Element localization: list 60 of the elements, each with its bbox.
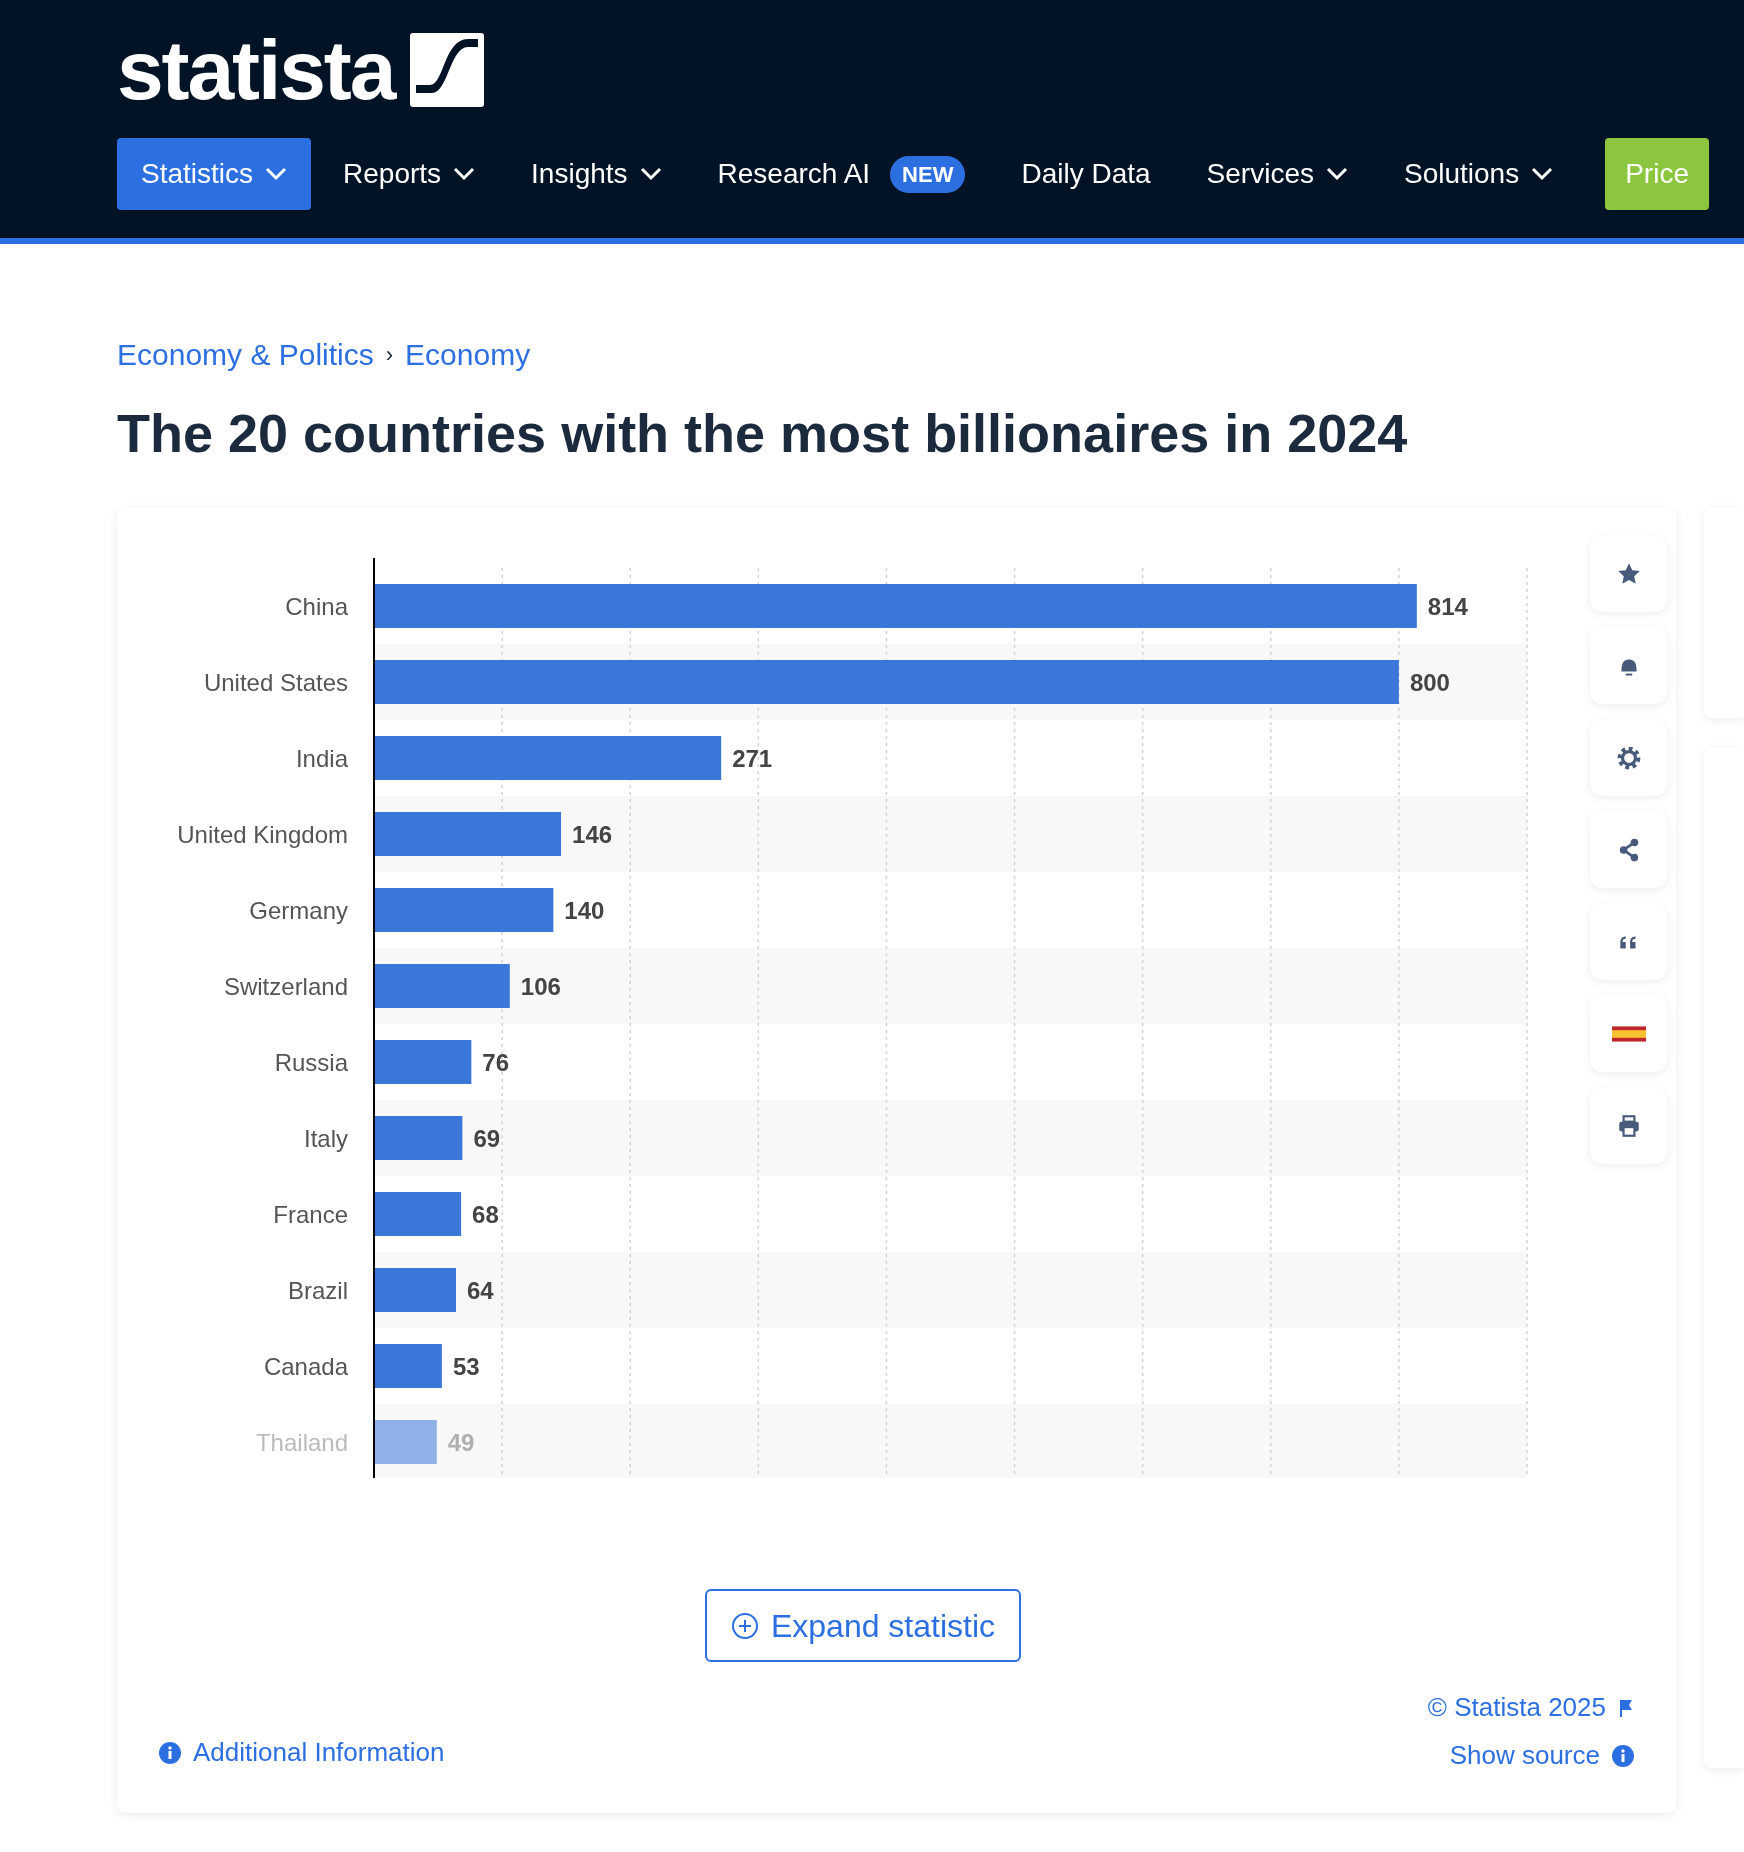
- toolbar-button[interactable]: [1590, 627, 1667, 704]
- category-label: United States: [203, 669, 348, 696]
- category-label: Canada: [263, 1353, 348, 1380]
- value-label: 814: [1427, 593, 1468, 620]
- value-label: 271: [732, 745, 773, 772]
- bar: [374, 1344, 442, 1388]
- chevron-down-icon: [1531, 167, 1554, 181]
- plus-circle-icon: [730, 1611, 759, 1640]
- copyright-text: © Statista 2025: [1427, 1691, 1606, 1724]
- nav-tab[interactable]: Services: [1182, 138, 1372, 210]
- value-label: 76: [482, 1049, 510, 1076]
- category-label: Germany: [249, 897, 348, 924]
- value-label: 68: [472, 1201, 499, 1228]
- show-source-link[interactable]: Show source: [1449, 1736, 1634, 1775]
- page-title: The 20 countries with the most billionaires in 2024: [116, 402, 1409, 465]
- settings-icon: [1615, 744, 1642, 771]
- category-label: France: [273, 1201, 348, 1228]
- category-label: Thailand: [255, 1429, 348, 1456]
- category-label: Switzerland: [223, 973, 348, 1000]
- toolbar-button[interactable]: [1590, 995, 1667, 1072]
- nav-tab[interactable]: Daily Data: [997, 138, 1175, 210]
- logo-icon[interactable]: [410, 33, 485, 107]
- logo-text[interactable]: statista: [117, 28, 395, 112]
- nav-tab[interactable]: Reports: [319, 138, 500, 210]
- breadcrumb-link[interactable]: Economy & Politics: [117, 332, 374, 377]
- nav-tab[interactable]: Statistics: [117, 138, 312, 210]
- info-icon: [159, 1741, 181, 1764]
- toolbar-button[interactable]: [1590, 1087, 1667, 1164]
- value-label: 64: [467, 1277, 494, 1304]
- value-label: 140: [564, 897, 605, 924]
- value-label: 106: [520, 973, 561, 1000]
- new-badge: NEW: [890, 155, 966, 193]
- category-label: Brazil: [288, 1277, 348, 1304]
- category-label: Russia: [274, 1049, 348, 1076]
- nav-tab[interactable]: Solutions: [1380, 138, 1578, 210]
- category-label: United Kingdom: [177, 821, 348, 848]
- category-label: China: [285, 593, 348, 620]
- breadcrumb-separator: ›: [385, 341, 394, 369]
- nav-tab[interactable]: Insights: [507, 138, 686, 210]
- value-label: 146: [572, 821, 613, 848]
- info-icon: [1612, 1744, 1634, 1767]
- category-label: Italy: [304, 1125, 348, 1152]
- toolbar-button[interactable]: [1590, 719, 1667, 796]
- value-label: 800: [1409, 669, 1450, 696]
- value-label: 49: [447, 1429, 475, 1456]
- toolbar-button[interactable]: [1590, 811, 1667, 888]
- bar: [374, 1420, 437, 1464]
- chevron-down-icon: [453, 167, 476, 181]
- chevron-down-icon: [639, 167, 662, 181]
- additional-info-link[interactable]: Additional Information: [159, 1733, 445, 1772]
- value-label: 53: [452, 1353, 480, 1380]
- category-label: India: [295, 745, 348, 772]
- toolbar-button[interactable]: [1590, 535, 1667, 612]
- chevron-down-icon: [265, 167, 288, 181]
- flag-icon[interactable]: [1618, 1697, 1634, 1718]
- nav-tab[interactable]: Research AI NEW: [693, 138, 990, 210]
- expand-button[interactable]: Expand statistic: [705, 1589, 1021, 1662]
- chevron-down-icon: [1326, 167, 1348, 181]
- value-label: 69: [473, 1125, 501, 1152]
- breadcrumb-link[interactable]: Economy: [405, 332, 531, 377]
